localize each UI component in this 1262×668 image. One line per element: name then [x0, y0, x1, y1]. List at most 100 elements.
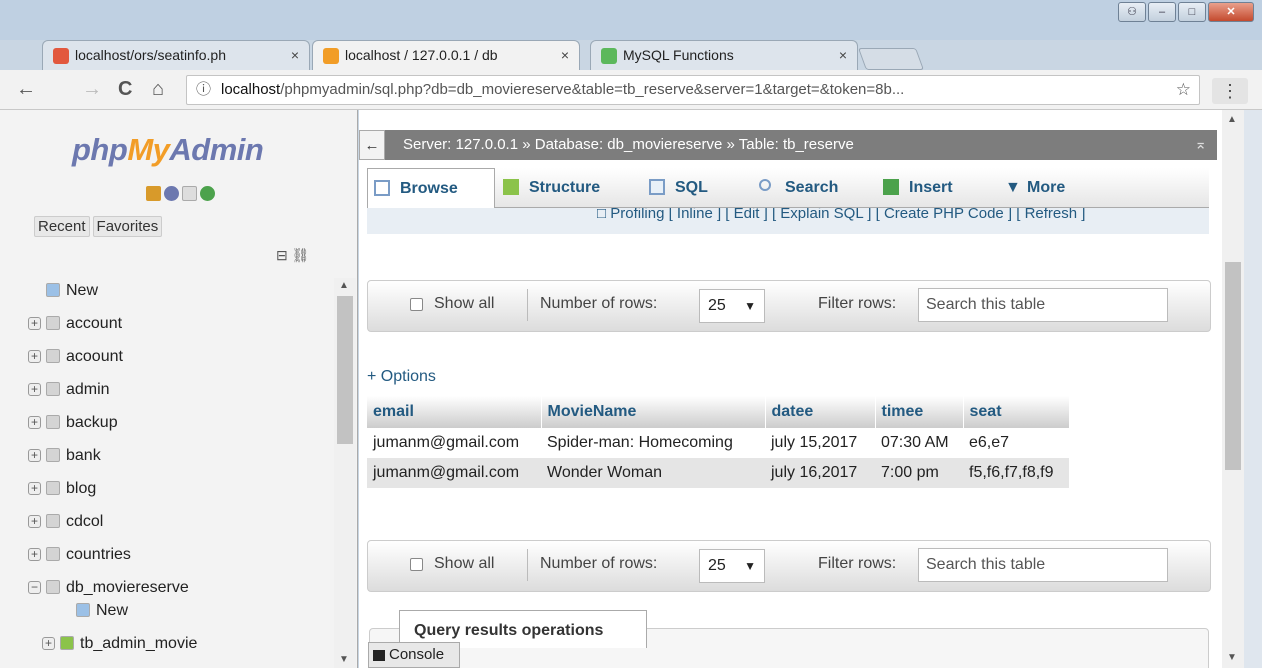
expand-icon[interactable]: + — [28, 416, 41, 429]
divider — [527, 549, 528, 581]
tab-structure[interactable]: Structure — [497, 168, 643, 208]
table-icon — [60, 636, 74, 650]
browser-tab-mysql-functions[interactable]: MySQL Functions × — [590, 40, 858, 70]
logout-icon[interactable] — [164, 186, 179, 201]
collapse-icon[interactable]: − — [28, 581, 41, 594]
tab-label: localhost / 127.0.0.1 / db — [345, 47, 498, 63]
new-tab-button[interactable] — [857, 48, 925, 70]
show-all-checkbox[interactable] — [410, 558, 423, 571]
expand-icon[interactable]: + — [28, 350, 41, 363]
tree-label: cdcol — [66, 513, 104, 530]
close-window-button[interactable]: ✕ — [1208, 2, 1254, 22]
tab-favicon-icon — [601, 48, 617, 64]
tab-label: localhost/ors/seatinfo.ph — [75, 47, 226, 63]
scroll-down-icon[interactable]: ▼ — [1227, 652, 1237, 663]
expand-icon[interactable]: + — [28, 482, 41, 495]
console-icon — [373, 650, 385, 661]
tree-label: admin — [66, 381, 110, 398]
options-link[interactable]: + Options — [367, 368, 436, 386]
table-cell: jumanm@gmail.com — [367, 428, 541, 458]
favorites-tab[interactable]: Favorites — [92, 216, 163, 237]
scroll-up-icon[interactable]: ▲ — [339, 280, 349, 291]
sidebar-scroll-thumb[interactable] — [337, 296, 353, 444]
back-arrow-icon[interactable]: ← — [359, 130, 385, 160]
forward-arrow-icon[interactable]: → — [82, 78, 102, 101]
table-row[interactable]: jumanm@gmail.com Spider-man: Homecoming … — [367, 428, 1069, 458]
rows-select[interactable]: 25 ▼ — [699, 289, 765, 323]
tree-label: New — [66, 282, 99, 299]
rows-select[interactable]: 25 ▼ — [699, 549, 765, 583]
filter-rows-input[interactable]: Search this table — [918, 548, 1168, 582]
insert-icon — [883, 179, 899, 195]
tree-label: db_moviereserve — [66, 579, 189, 596]
tab-close-icon[interactable]: × — [839, 41, 847, 69]
back-arrow-icon[interactable]: ← — [16, 78, 36, 101]
table-cell: 7:00 pm — [875, 458, 963, 488]
profiling-links[interactable]: □ Profiling [ Inline ] [ Edit ] [ Explai… — [367, 208, 1209, 234]
tab-close-icon[interactable]: × — [291, 41, 299, 69]
console-button[interactable]: Console — [368, 642, 460, 668]
column-header[interactable]: email — [367, 396, 542, 428]
expand-icon[interactable]: + — [28, 515, 41, 528]
phpmyadmin-logo[interactable]: phpMyAdmin — [72, 132, 264, 168]
table-nav-bottom: Show all Number of rows: 25 ▼ Filter rows… — [367, 540, 1211, 592]
table-cell: e6,e7 — [963, 428, 1069, 458]
column-header[interactable]: timee — [875, 396, 964, 428]
show-all-checkbox[interactable] — [410, 298, 423, 311]
pma-sidebar: phpMyAdmin Recent Favorites ⊟ ⛓ New + acco… — [0, 110, 358, 668]
new-table-icon — [76, 603, 90, 617]
filter-rows-input[interactable]: Search this table — [918, 288, 1168, 322]
breadcrumb: ← Server: 127.0.0.1 » Database: db_movie… — [359, 130, 1217, 160]
browser-menu-icon[interactable]: ⋮ — [1212, 78, 1248, 104]
expand-icon[interactable]: + — [28, 383, 41, 396]
expand-icon[interactable]: + — [28, 449, 41, 462]
database-icon — [46, 415, 60, 429]
show-all-label: Show all — [434, 555, 495, 572]
url-path: /phpmyadmin/sql.php?db=db_moviereserve&t… — [280, 81, 905, 98]
tree-label: account — [66, 315, 123, 332]
browser-tab-seatinfo[interactable]: localhost/ors/seatinfo.ph × — [42, 40, 310, 70]
column-header[interactable]: datee — [765, 396, 876, 428]
user-icon[interactable]: ⚇ — [1118, 2, 1146, 22]
scroll-up-icon[interactable]: ▲ — [1227, 114, 1237, 125]
tab-sql[interactable]: SQL — [643, 168, 753, 208]
tree-label: backup — [66, 414, 118, 431]
tab-label: SQL — [675, 179, 708, 196]
sql-icon — [649, 179, 665, 195]
column-header[interactable]: MovieName — [541, 396, 766, 428]
home-icon[interactable]: ⌂ — [152, 78, 164, 101]
bookmark-star-icon[interactable]: ☆ — [1176, 76, 1191, 104]
tab-insert[interactable]: Insert — [877, 168, 999, 208]
recent-tab[interactable]: Recent — [34, 216, 90, 237]
main-scrollbar[interactable]: ▲ ▼ — [1222, 110, 1244, 668]
table-row[interactable]: jumanm@gmail.com Wonder Woman july 16,20… — [367, 458, 1069, 488]
browser-tab-phpmyadmin[interactable]: localhost / 127.0.0.1 / db × — [312, 40, 580, 70]
scroll-down-icon[interactable]: ▼ — [339, 654, 349, 665]
reload-icon[interactable] — [200, 186, 215, 201]
tab-browse[interactable]: Browse — [367, 168, 495, 208]
expand-icon[interactable]: + — [42, 637, 55, 650]
minimize-button[interactable]: – — [1148, 2, 1176, 22]
database-icon — [46, 382, 60, 396]
maximize-button[interactable]: □ — [1178, 2, 1206, 22]
logo-php: php — [72, 132, 128, 167]
reload-icon[interactable]: C — [118, 78, 132, 101]
expand-icon[interactable]: + — [28, 317, 41, 330]
breadcrumb-text[interactable]: Server: 127.0.0.1 » Database: db_moviere… — [403, 136, 854, 153]
table-nav-top: Show all Number of rows: 25 ▼ Filter rows… — [367, 280, 1211, 332]
docs-icon[interactable] — [182, 186, 197, 201]
main-scroll-thumb[interactable] — [1225, 262, 1241, 470]
pma-favicon-icon — [323, 48, 339, 64]
tab-search[interactable]: Search — [753, 168, 877, 208]
scroll-top-icon[interactable]: ⌅ — [1194, 130, 1207, 160]
column-header[interactable]: seat — [963, 396, 1070, 428]
home-icon[interactable] — [146, 186, 161, 201]
collapse-link-icons[interactable]: ⊟ ⛓ — [276, 247, 309, 264]
tab-more[interactable]: ▼ More — [999, 168, 1109, 208]
tab-close-icon[interactable]: × — [561, 41, 569, 69]
database-icon — [46, 547, 60, 561]
sidebar-scrollbar[interactable]: ▲ ▼ — [334, 278, 356, 668]
expand-icon[interactable]: + — [28, 548, 41, 561]
address-bar[interactable]: ⓘ localhost/phpmyadmin/sql.php?db=db_mov… — [186, 75, 1200, 105]
info-icon[interactable]: ⓘ — [196, 76, 211, 104]
